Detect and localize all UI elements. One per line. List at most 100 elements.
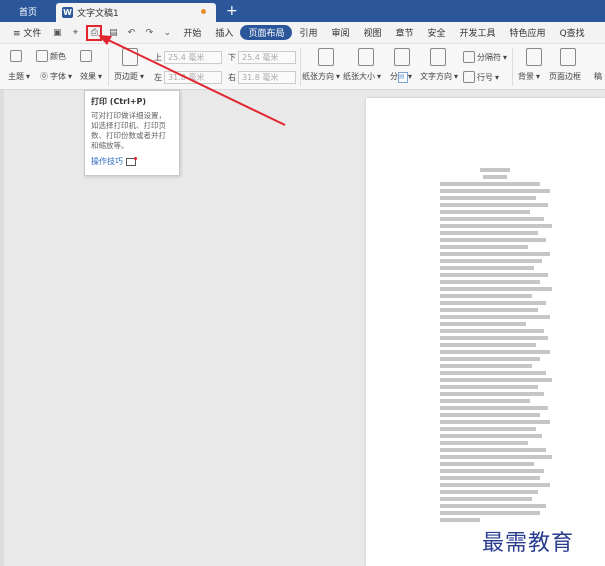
chevron-down-icon: ▾ bbox=[503, 52, 508, 62]
text-direction-button[interactable]: 文字方向 ▾ bbox=[420, 71, 458, 82]
unsaved-dot-icon bbox=[201, 9, 206, 14]
margin-top-label: 上 bbox=[154, 53, 162, 62]
columns-big-icon[interactable] bbox=[394, 48, 410, 66]
text-line bbox=[440, 217, 544, 221]
tips-link[interactable]: 操作技巧 bbox=[91, 156, 173, 167]
text-line bbox=[440, 238, 546, 242]
print-icon[interactable]: ⎙ bbox=[86, 24, 103, 41]
print-tooltip: 打印 (Ctrl+P) 可对打印做详细设置，如选择打印机、打印页数、打印份数或者… bbox=[84, 90, 180, 176]
effect-label: 效果 bbox=[80, 72, 96, 81]
columns-icon bbox=[394, 48, 410, 66]
redo-icon[interactable]: ↷ bbox=[142, 26, 156, 40]
tab-insert[interactable]: 插入 bbox=[208, 22, 240, 44]
margin-bottom-control: 下 25.4 毫米 bbox=[228, 51, 296, 64]
break-label: 分隔符 bbox=[477, 52, 501, 62]
chevron-down-icon: ▾ bbox=[454, 72, 459, 81]
page-setup-button[interactable] bbox=[80, 50, 92, 62]
ribbon-page-layout: 颜色 主题 ▾ ⓪ 字体 ▾ 效果 ▾ 页边距 ▾ 上 25.4 毫米 下 25.4 毫米… bbox=[0, 44, 605, 90]
text-line bbox=[440, 182, 540, 186]
undo-icon[interactable]: ↶ bbox=[124, 26, 138, 40]
text-line bbox=[440, 462, 534, 466]
tab-chapter[interactable]: 章节 bbox=[389, 22, 421, 44]
orientation-big-icon[interactable] bbox=[318, 48, 334, 66]
margins-button[interactable]: 页边距 ▾ bbox=[114, 71, 144, 82]
text-line bbox=[440, 329, 544, 333]
size-button[interactable]: 纸张大小 ▾ bbox=[343, 71, 381, 82]
background-label: 背景 bbox=[518, 72, 534, 81]
text-line bbox=[483, 175, 507, 179]
new-tab-button[interactable]: + bbox=[226, 0, 238, 22]
page-border-label: 页面边框 bbox=[549, 72, 581, 81]
background-icon bbox=[526, 48, 542, 66]
format-painter-icon[interactable]: ⌖ bbox=[68, 26, 82, 40]
text-direction-label: 文字方向 bbox=[420, 72, 452, 81]
color-button[interactable]: 颜色 bbox=[36, 50, 66, 62]
text-line bbox=[440, 490, 538, 494]
orientation-button[interactable]: 纸张方向 ▾ bbox=[302, 71, 340, 82]
color-label: 颜色 bbox=[50, 51, 66, 61]
margin-right-label: 右 bbox=[228, 73, 236, 82]
effect-button[interactable]: 效果 ▾ bbox=[80, 71, 102, 82]
text-line bbox=[440, 518, 480, 522]
text-direction-big-icon[interactable] bbox=[430, 48, 446, 66]
font-button[interactable]: ⓪ 字体 ▾ bbox=[40, 71, 72, 82]
line-number-button[interactable]: 行号 ▾ bbox=[463, 71, 499, 83]
font-icon: ⓪ bbox=[40, 72, 48, 81]
selected-text-block[interactable] bbox=[440, 168, 560, 525]
background-big-icon[interactable] bbox=[526, 48, 542, 66]
more-button[interactable]: 稿 bbox=[594, 71, 602, 82]
theme-group[interactable] bbox=[10, 50, 22, 62]
size-big-icon[interactable] bbox=[358, 48, 374, 66]
chevron-down-icon: ▾ bbox=[408, 72, 413, 81]
text-line bbox=[440, 469, 544, 473]
tooltip-title: 打印 (Ctrl+P) bbox=[91, 97, 147, 106]
tab-special-apps[interactable]: 特色应用 bbox=[503, 22, 553, 44]
margin-top-control: 上 25.4 毫米 bbox=[154, 51, 222, 64]
search-button[interactable]: Q查找 bbox=[553, 22, 592, 44]
page-border-big-icon[interactable] bbox=[560, 48, 576, 66]
document-page[interactable] bbox=[366, 98, 605, 566]
break-button[interactable]: 分隔符 ▾ bbox=[463, 51, 507, 63]
tips-link-label: 操作技巧 bbox=[91, 157, 123, 166]
page-border-button[interactable]: 页面边框 bbox=[549, 71, 581, 82]
text-line bbox=[440, 448, 546, 452]
chevron-down-icon: ▾ bbox=[536, 72, 541, 81]
tab-home[interactable]: 首页 bbox=[0, 0, 56, 22]
break-icon bbox=[463, 51, 475, 63]
tab-page-layout[interactable]: 页面布局 bbox=[240, 25, 293, 40]
tab-review[interactable]: 审阅 bbox=[324, 22, 356, 44]
size-label: 纸张大小 bbox=[343, 72, 375, 81]
tab-view[interactable]: 视图 bbox=[356, 22, 388, 44]
tab-references[interactable]: 引用 bbox=[292, 22, 324, 44]
theme-button[interactable]: 主题 ▾ bbox=[8, 71, 30, 82]
tab-start[interactable]: 开始 bbox=[176, 22, 208, 44]
save-icon[interactable]: ▣ bbox=[50, 26, 64, 40]
margin-top-input[interactable]: 25.4 毫米 bbox=[164, 51, 222, 64]
text-line bbox=[440, 371, 546, 375]
line-number-icon bbox=[463, 71, 475, 83]
text-line bbox=[440, 504, 546, 508]
chevron-down-icon: ▾ bbox=[26, 72, 31, 81]
separator bbox=[108, 48, 109, 86]
print-preview-icon[interactable]: ▤ bbox=[106, 26, 120, 40]
margin-bottom-input[interactable]: 25.4 毫米 bbox=[238, 51, 296, 64]
orientation-icon bbox=[318, 48, 334, 66]
margin-left-input[interactable]: 31.8 毫米 bbox=[164, 71, 222, 84]
margins-label: 页边距 bbox=[114, 72, 138, 81]
text-line bbox=[440, 406, 548, 410]
margin-right-input[interactable]: 31.8 毫米 bbox=[238, 71, 296, 84]
separator bbox=[300, 48, 301, 86]
text-line bbox=[440, 420, 550, 424]
margins-big-icon[interactable] bbox=[122, 48, 138, 66]
font-label: 字体 bbox=[50, 72, 66, 81]
tab-security[interactable]: 安全 bbox=[421, 22, 453, 44]
margins-icon bbox=[122, 48, 138, 66]
paper-size-icon bbox=[358, 48, 374, 66]
tab-document[interactable]: W 文字文稿1 bbox=[56, 3, 216, 22]
customize-toolbar-icon[interactable]: ⌄ bbox=[160, 26, 174, 40]
text-line bbox=[440, 231, 538, 235]
file-menu[interactable]: ≡ 文件 bbox=[6, 22, 48, 44]
tab-developer[interactable]: 开发工具 bbox=[453, 22, 503, 44]
text-line bbox=[440, 189, 550, 193]
background-button[interactable]: 背景 ▾ bbox=[518, 71, 540, 82]
